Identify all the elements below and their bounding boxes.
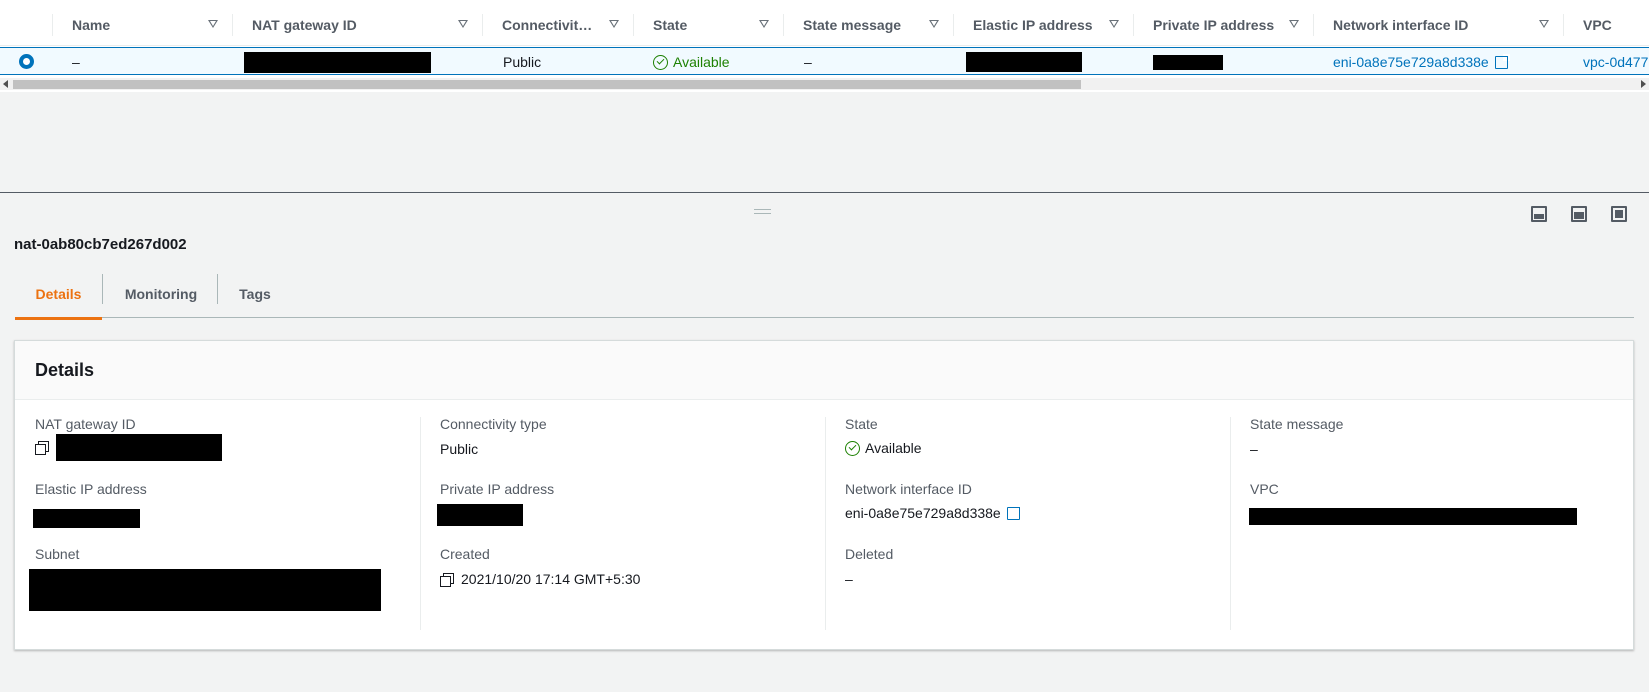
state-value-label: Available [865,440,922,456]
column-header-label: Private IP address [1153,17,1275,33]
external-link-icon [1494,53,1510,69]
column-header-label: Name [72,17,111,33]
state-message-label: State message [1250,416,1344,432]
split-panel-divider [0,192,1649,193]
details-column-1: NAT gateway ID Elastic IP address Subnet [15,416,420,631]
column-header-label: Connectivit… [502,17,593,33]
details-column-4: State message – VPC [1230,416,1635,631]
redacted-nat-gateway-id [56,434,222,461]
created-value: 2021/10/20 17:14 GMT+5:30 [440,571,640,587]
tab-details[interactable]: Details [15,270,102,320]
sort-icon[interactable] [1109,20,1119,28]
state-value: Available [845,440,922,456]
cell-name: – [72,54,80,70]
deleted-value: – [845,571,853,587]
column-header-label: State [653,17,688,33]
cell-state-message: – [804,54,812,70]
icon-fill [1534,214,1544,219]
deleted-label: Deleted [845,546,894,562]
drag-handle-icon[interactable] [754,209,771,214]
sort-icon[interactable] [759,20,769,28]
icon-fill [1574,212,1584,219]
scroll-right-arrow-icon[interactable] [1641,80,1646,88]
redacted-private-ip [1153,55,1223,70]
cell-vpc-link[interactable]: vpc-0d477 [1583,48,1648,76]
column-header-label: Network interface ID [1333,17,1469,33]
table-row[interactable]: – Public Available – eni-0a8e75e729a8d33… [0,47,1649,75]
row-select-radio[interactable] [19,54,34,69]
column-header-connectivity[interactable]: Connectivit… [482,4,633,46]
redacted-nat-gateway-id [244,52,431,73]
split-side-icon[interactable] [1571,206,1587,222]
redacted-elastic-ip [966,52,1082,72]
cell-network-interface-link[interactable]: eni-0a8e75e729a8d338e [1333,48,1510,76]
state-message-value: – [1250,441,1258,457]
column-header-label: State message [803,17,902,33]
connectivity-type-label: Connectivity type [440,416,547,432]
redacted-private-ip [437,504,523,526]
table-header: Name NAT gateway ID Connectivit… State S… [0,4,1649,46]
cell-connectivity: Public [503,54,542,70]
network-interface-label: Network interface ID [845,481,972,497]
details-card: Details NAT gateway ID Elastic IP addres… [14,340,1634,650]
redacted-subnet [29,569,381,611]
details-column-2: Connectivity type Public Private IP addr… [420,416,825,631]
details-heading: Details [15,341,1633,400]
redacted-elastic-ip [33,509,140,528]
column-header-network-interface-id[interactable]: Network interface ID [1313,4,1563,46]
sort-icon[interactable] [1289,20,1299,28]
column-header-nat-gateway-id[interactable]: NAT gateway ID [232,4,482,46]
column-header-label: Elastic IP address [973,17,1093,33]
detail-tabs: Details Monitoring Tags [15,270,1634,320]
column-header-label: NAT gateway ID [252,17,357,33]
column-header-name[interactable]: Name [52,4,232,46]
connectivity-type-value: Public [440,441,479,457]
sort-icon[interactable] [609,20,619,28]
network-interface-id-link[interactable]: eni-0a8e75e729a8d338e [845,505,1001,521]
scroll-left-arrow-icon[interactable] [3,80,8,88]
details-column-3: State Available Network interface ID eni… [825,416,1230,631]
icon-fill [1615,210,1623,218]
redacted-vpc [1249,508,1577,525]
created-label: Created [440,546,490,562]
network-interface-value[interactable]: eni-0a8e75e729a8d338e [845,504,1022,521]
vpc-label: VPC [1250,481,1279,497]
state-label: State [845,416,878,432]
split-bottom-icon[interactable] [1531,206,1547,222]
split-full-icon[interactable] [1611,206,1627,222]
cell-state: Available [653,48,730,76]
column-header-vpc[interactable]: VPC [1563,4,1649,46]
check-circle-icon [653,54,668,70]
column-header-label: VPC [1583,17,1612,33]
tab-monitoring[interactable]: Monitoring [103,270,219,318]
sort-icon[interactable] [458,20,468,28]
cell-state-label: Available [673,54,730,70]
private-ip-label: Private IP address [440,481,555,497]
check-circle-icon [845,440,860,456]
copy-icon[interactable] [440,572,454,587]
sort-icon[interactable] [1539,20,1549,28]
scrollbar-thumb[interactable] [13,80,1081,89]
column-header-state-message[interactable]: State message [783,4,953,46]
panel-title: nat-0ab80cb7ed267d002 [14,236,187,253]
column-header-state[interactable]: State [633,4,783,46]
column-header-elastic-ip[interactable]: Elastic IP address [953,4,1133,46]
nat-gateway-id-label: NAT gateway ID [35,416,136,432]
sort-icon[interactable] [929,20,939,28]
network-interface-id-link[interactable]: eni-0a8e75e729a8d338e [1333,54,1489,70]
column-header-private-ip[interactable]: Private IP address [1133,4,1313,46]
nat-gateway-id-value [35,434,222,461]
nat-gateways-table: Name NAT gateway ID Connectivit… State S… [0,0,1649,92]
sort-icon[interactable] [208,20,218,28]
copy-icon[interactable] [35,441,49,455]
external-link-icon [1006,504,1022,520]
tab-tags[interactable]: Tags [218,270,292,318]
created-timestamp: 2021/10/20 17:14 GMT+5:30 [461,571,641,587]
elastic-ip-label: Elastic IP address [35,481,147,497]
subnet-label: Subnet [35,546,80,562]
